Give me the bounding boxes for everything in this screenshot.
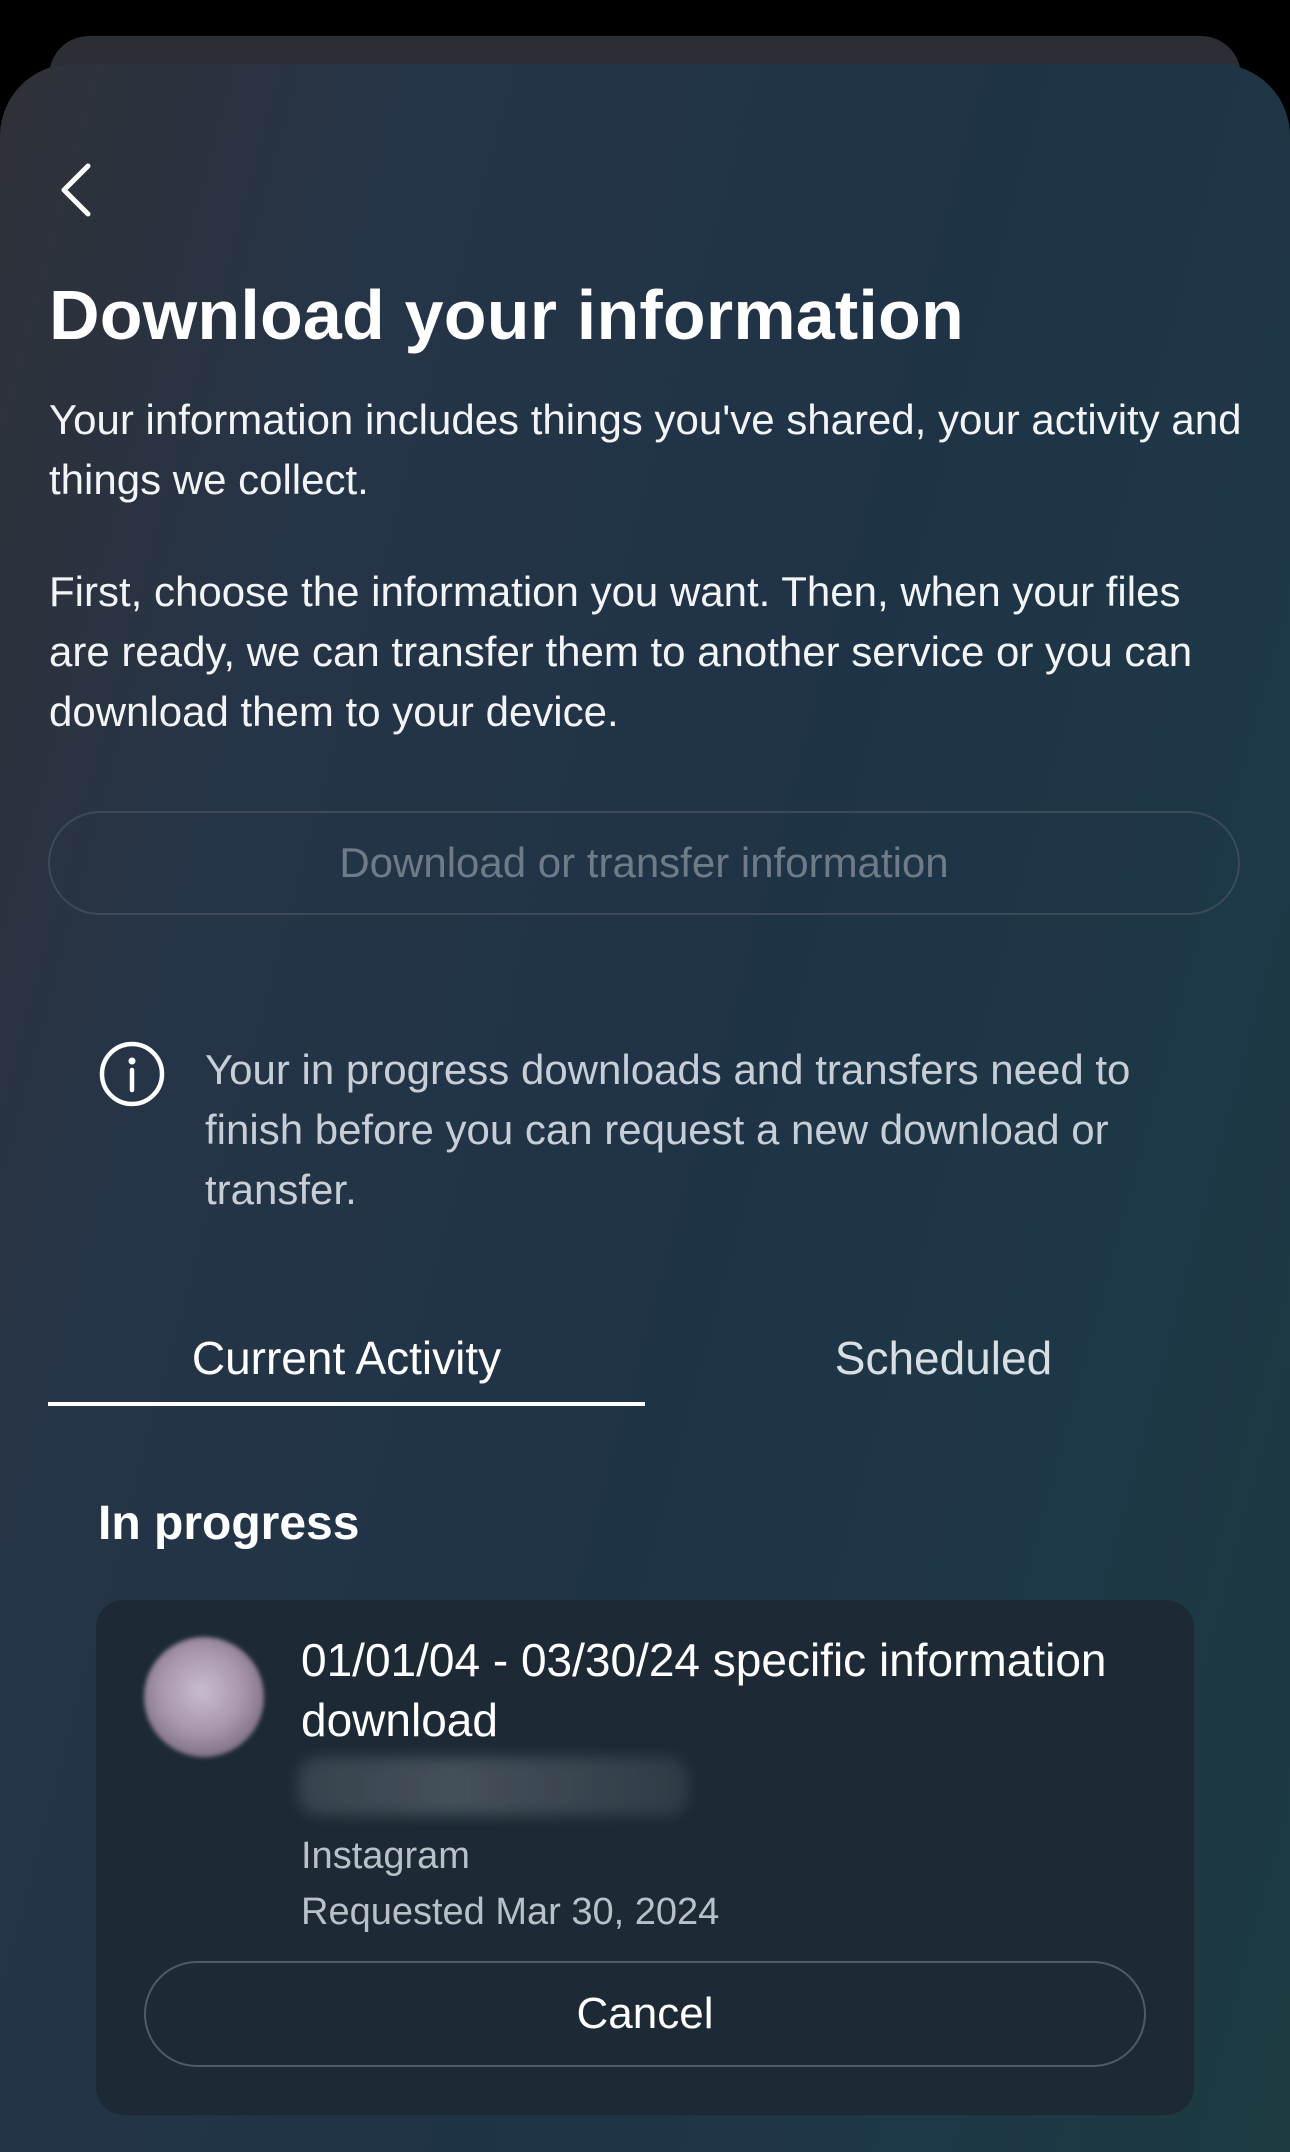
cancel-button[interactable]: Cancel <box>144 1961 1146 2067</box>
intro-paragraph: Your information includes things you've … <box>49 396 1242 503</box>
download-request-card: 01/01/04 - 03/30/24 specific information… <box>96 1600 1194 2115</box>
request-source: Instagram <box>301 1835 470 1877</box>
notice-text: Your in progress downloads and transfers… <box>205 1046 1131 1213</box>
avatar <box>144 1637 264 1757</box>
redacted-username <box>298 1757 688 1815</box>
info-icon <box>99 1041 165 1107</box>
tab-scheduled[interactable]: Scheduled <box>645 1310 1242 1406</box>
download-or-transfer-button[interactable]: Download or transfer information <box>48 811 1240 915</box>
back-button[interactable] <box>44 150 108 230</box>
tab-current-activity[interactable]: Current Activity <box>48 1310 645 1406</box>
instructions-paragraph: First, choose the information you want. … <box>49 568 1193 735</box>
page-title: Download your information <box>49 276 964 354</box>
in-progress-heading: In progress <box>98 1497 360 1550</box>
chevron-left-icon <box>61 163 91 217</box>
request-date: Requested Mar 30, 2024 <box>301 1891 720 1933</box>
selected-tab-indicator <box>48 1402 645 1406</box>
request-title: 01/01/04 - 03/30/24 specific information… <box>301 1634 1107 1746</box>
download-info-sheet: Download your information Your informati… <box>0 64 1290 2152</box>
activity-tabs: Current Activity Scheduled <box>48 1310 1242 1406</box>
